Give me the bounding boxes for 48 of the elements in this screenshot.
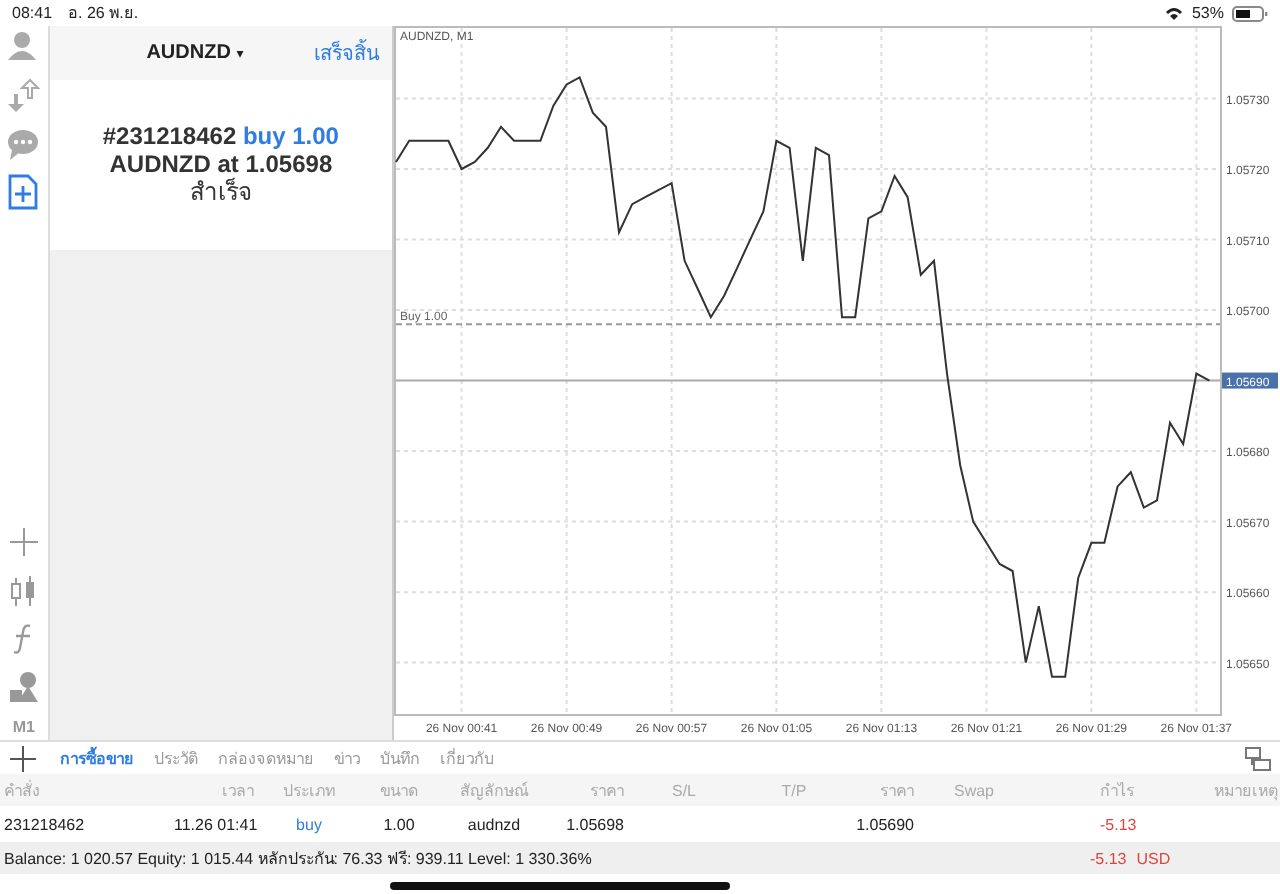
done-button[interactable]: เสร็จสิ้น (314, 38, 380, 68)
table-cell-text: audnzd (465, 815, 523, 833)
candlesticks-icon[interactable] (7, 574, 40, 608)
total-profit: -5.13 (1090, 849, 1127, 867)
currency-label: USD (1136, 849, 1171, 867)
column-header: หมายเหตุ (1212, 779, 1278, 803)
column-header: ราคา (588, 779, 624, 803)
terminal-tab[interactable]: การซื้อขาย (60, 745, 134, 771)
table-cell-text: -5.13 (1098, 815, 1139, 833)
column-header: คำสั่ง (4, 778, 42, 803)
date-text: อ. 26 พ.ย. (68, 2, 139, 26)
crosshair-icon[interactable] (7, 526, 40, 560)
document-plus-icon[interactable] (6, 174, 41, 210)
column-header: กำไร (1098, 779, 1136, 803)
windows-icon[interactable] (1244, 745, 1272, 771)
order-price-line: AUDNZD at 1.05698 (109, 150, 333, 178)
battery-icon (1232, 5, 1268, 21)
order-ticket-line: #231218462 buy 1.00 (102, 122, 339, 150)
terminal-tab[interactable]: บันทึก (380, 745, 420, 771)
column-header: S/L (669, 781, 698, 799)
table-cell: 11.26 01:41 (174, 815, 254, 833)
column-header: ราคา (878, 779, 914, 803)
account-summary: Balance: 1 020.57 Equity: 1 015.44 หลักประกัน: 76.33 ฟรี: 939.11 Level: 1 330.36% (4, 847, 592, 871)
column-header: T/P (779, 781, 809, 799)
wifi-icon (1163, 5, 1184, 21)
clock-time: 08:41 (12, 4, 53, 22)
timeframe-button[interactable]: M1 (12, 718, 35, 736)
battery-percent: 53% (1191, 4, 1224, 22)
terminal-tab[interactable]: กล่องจดหมาย (218, 745, 314, 771)
table-cell-text: 1.00 (381, 815, 417, 833)
person-icon[interactable] (6, 30, 41, 66)
table-cell-text: 1.05698 (564, 815, 624, 833)
arrows-icon[interactable] (6, 78, 41, 114)
table-cell-text: buy (294, 815, 324, 833)
result-text: สำเร็จ (189, 178, 252, 208)
column-header: สัญลักษณ์ (458, 779, 531, 803)
shapes-icon[interactable] (7, 670, 40, 704)
column-header: เวลา (220, 779, 254, 803)
terminal-tab[interactable]: ประวัติ (154, 745, 198, 771)
terminal-tab[interactable]: เกี่ยวกับ (440, 745, 494, 771)
chat-icon[interactable] (6, 126, 41, 162)
column-header: ขนาด (378, 779, 420, 803)
terminal-tab[interactable]: ข่าว (334, 745, 360, 771)
table-cell-text: 231218462 (4, 815, 87, 833)
column-header: Swap (951, 781, 996, 799)
column-header: ประเภท (281, 779, 337, 803)
table-cell-text: 1.05690 (854, 815, 914, 833)
add-icon[interactable] (10, 745, 36, 771)
